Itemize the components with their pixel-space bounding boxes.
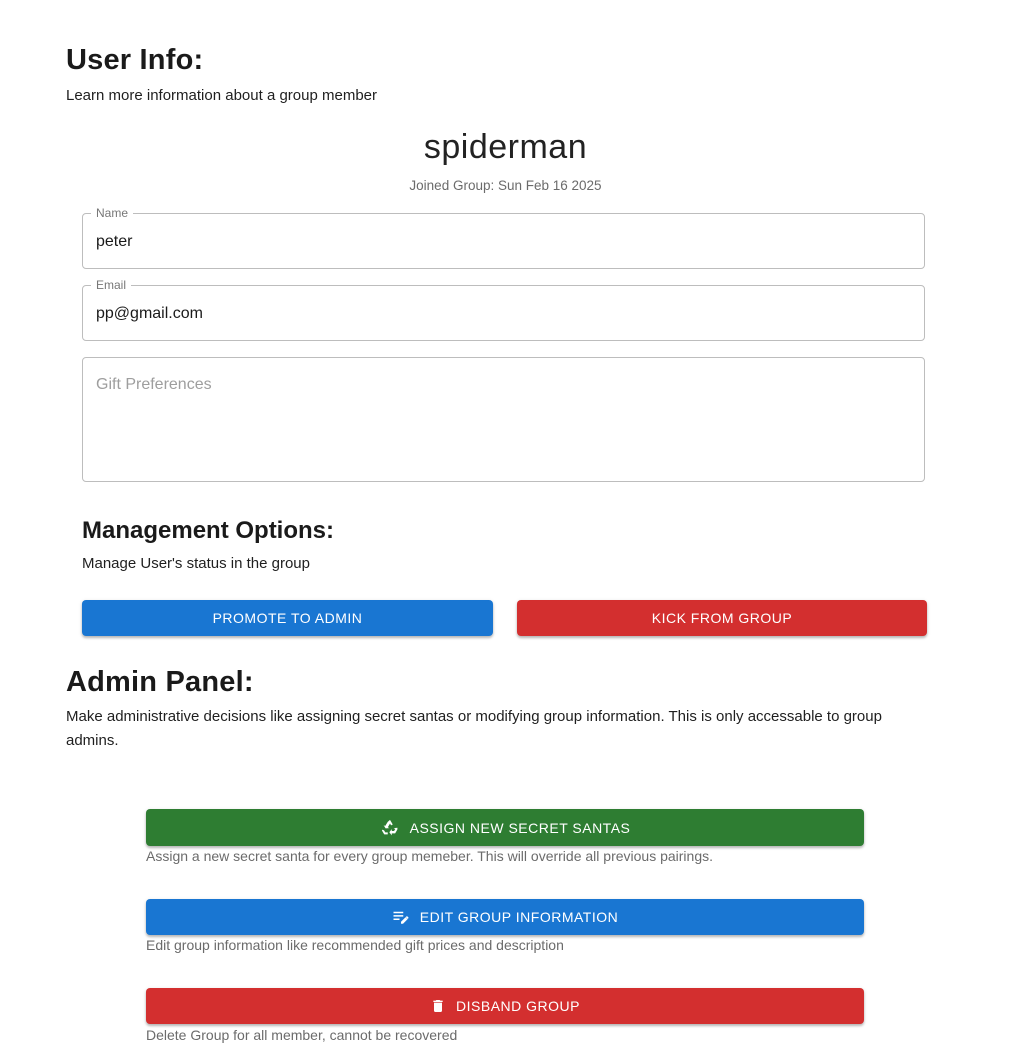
edit-group-information-button[interactable]: EDIT GROUP INFORMATION [146,899,864,935]
name-field-label: Name [91,206,134,220]
trash-icon [430,997,446,1015]
management-subtitle: Manage User's status in the group [82,555,310,572]
assign-secret-santas-button[interactable]: ASSIGN NEW SECRET SANTAS [146,809,864,846]
disband-group-label: DISBAND GROUP [456,998,580,1014]
edit-note-icon [392,908,410,926]
disband-group-button[interactable]: DISBAND GROUP [146,988,864,1024]
promote-to-admin-button[interactable]: PROMOTE TO ADMIN [82,600,493,636]
username: spiderman [423,128,588,166]
admin-panel-title: Admin Panel: [66,666,254,698]
user-info-title: User Info: [66,44,204,76]
gift-preferences-placeholder: Gift Preferences [96,376,212,393]
kick-from-group-label: KICK FROM GROUP [651,610,793,626]
email-field-value[interactable]: pp@gmail.com [96,305,203,323]
name-field-value[interactable]: peter [96,233,132,251]
admin-panel-subtitle: Make administrative decisions like assig… [66,708,882,749]
kick-from-group-button[interactable]: KICK FROM GROUP [517,600,927,636]
disband-group-caption: Delete Group for all member, cannot be r… [146,1027,458,1043]
user-info-subtitle: Learn more information about a group mem… [66,87,378,104]
recycle-icon [380,818,400,838]
assign-secret-santas-caption: Assign a new secret santa for every grou… [146,848,713,864]
edit-group-information-label: EDIT GROUP INFORMATION [419,909,619,925]
edit-group-information-caption: Edit group information like recommended … [146,937,564,953]
assign-secret-santas-label: ASSIGN NEW SECRET SANTAS [409,819,631,836]
name-field[interactable]: Name peter [82,206,925,269]
gift-preferences-field[interactable]: Gift Preferences [82,357,925,482]
promote-to-admin-label: PROMOTE TO ADMIN [212,610,363,626]
email-field-label: Email [91,278,132,292]
management-title: Management Options: [82,517,335,544]
joined-date: Joined Group: Sun Feb 16 2025 [409,178,602,193]
email-field[interactable]: Email pp@gmail.com [82,278,925,341]
